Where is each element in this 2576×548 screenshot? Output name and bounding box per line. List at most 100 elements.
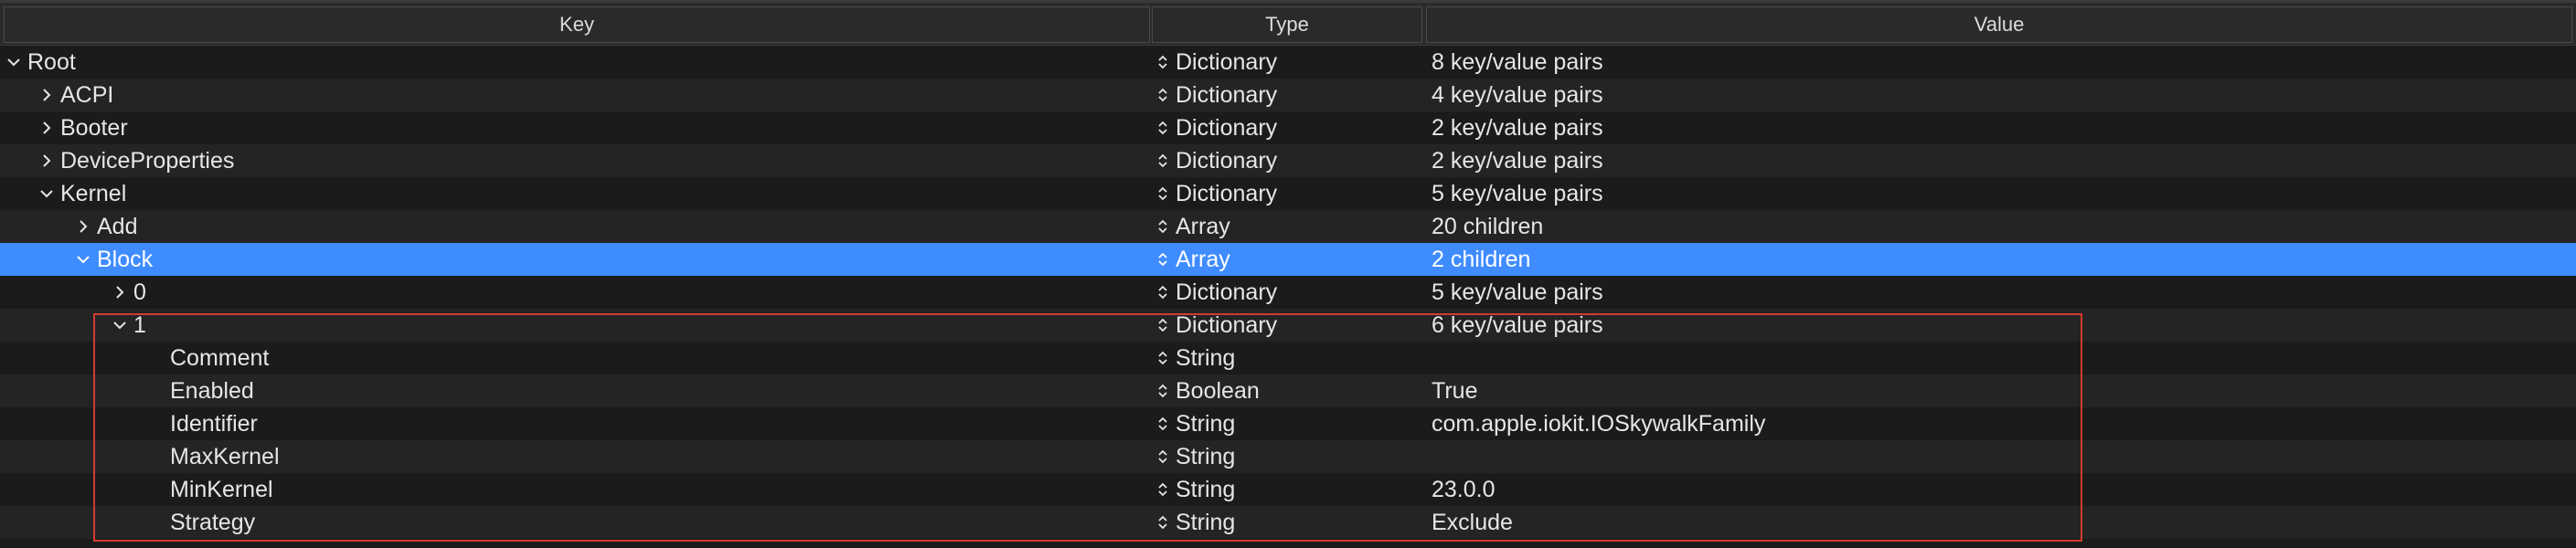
key-label: Block: [97, 246, 154, 272]
key-label: Comment: [170, 344, 270, 371]
key-label: Root: [27, 48, 76, 75]
value-label: Exclude: [1432, 509, 1513, 535]
value-cell[interactable]: com.apple.iokit.IOSkywalkFamily: [1432, 407, 2565, 440]
value-label: 20 children: [1432, 213, 1544, 239]
type-column-header[interactable]: Type: [1152, 6, 1422, 43]
key-cell: Root: [0, 46, 1155, 79]
key-label: MaxKernel: [170, 443, 280, 469]
type-cell[interactable]: Dictionary: [1157, 79, 1413, 111]
chevron-right-icon[interactable]: [112, 284, 128, 300]
key-label: Enabled: [170, 377, 254, 404]
value-cell[interactable]: 4 key/value pairs: [1432, 79, 2565, 111]
value-column-header[interactable]: Value: [1426, 6, 2572, 43]
up-down-arrows-icon: [1157, 86, 1168, 104]
type-cell[interactable]: Boolean: [1157, 374, 1413, 407]
tree-row-booter[interactable]: Booter Dictionary 2 key/value pairs: [0, 111, 2576, 144]
key-label: Kernel: [60, 180, 127, 206]
type-cell[interactable]: Dictionary: [1157, 111, 1413, 144]
value-cell[interactable]: 6 key/value pairs: [1432, 309, 2565, 342]
type-label: Dictionary: [1176, 48, 1278, 75]
value-cell[interactable]: Exclude: [1432, 506, 2565, 539]
value-label: 4 key/value pairs: [1432, 81, 1603, 108]
chevron-right-icon[interactable]: [38, 120, 55, 136]
value-cell[interactable]: True: [1432, 374, 2565, 407]
type-cell[interactable]: String: [1157, 473, 1413, 506]
type-label: String: [1176, 344, 1236, 371]
key-cell: Add: [0, 210, 1225, 243]
tree-row-kernel[interactable]: Kernel Dictionary 5 key/value pairs: [0, 177, 2576, 210]
tree-row-strategy[interactable]: Strategy String Exclude: [0, 506, 2576, 539]
type-cell[interactable]: Dictionary: [1157, 309, 1413, 342]
type-label: Dictionary: [1176, 81, 1278, 108]
key-cell: Block: [0, 243, 1225, 276]
type-label: Dictionary: [1176, 147, 1278, 174]
tree-row-partial[interactable]: [0, 539, 2576, 548]
type-cell[interactable]: Array: [1157, 210, 1413, 243]
value-cell[interactable]: 5 key/value pairs: [1432, 177, 2565, 210]
value-cell[interactable]: 2 key/value pairs: [1432, 111, 2565, 144]
chevron-right-icon[interactable]: [38, 153, 55, 169]
type-cell[interactable]: Dictionary: [1157, 144, 1413, 177]
key-cell: Booter: [0, 111, 1188, 144]
type-cell[interactable]: Dictionary: [1157, 276, 1413, 309]
key-label: Identifier: [170, 410, 258, 437]
tree-row-deviceproperties[interactable]: DeviceProperties Dictionary 2 key/value …: [0, 144, 2576, 177]
type-cell[interactable]: String: [1157, 506, 1413, 539]
tree-row-acpi[interactable]: ACPI Dictionary 4 key/value pairs: [0, 79, 2576, 111]
tree-row-comment[interactable]: Comment String: [0, 342, 2576, 374]
up-down-arrows-icon: [1157, 283, 1168, 301]
type-cell[interactable]: String: [1157, 440, 1413, 473]
type-label: String: [1176, 410, 1236, 437]
key-cell: Enabled: [0, 374, 1320, 407]
type-cell[interactable]: Dictionary: [1157, 46, 1413, 79]
tree-row-maxkernel[interactable]: MaxKernel String: [0, 440, 2576, 473]
value-label: 2 children: [1432, 246, 1531, 272]
chevron-down-icon[interactable]: [5, 54, 22, 70]
type-cell[interactable]: String: [1157, 407, 1413, 440]
tree-row-item-0[interactable]: 0 Dictionary 5 key/value pairs: [0, 276, 2576, 309]
key-label: Add: [97, 213, 138, 239]
tree-row-minkernel[interactable]: MinKernel String 23.0.0: [0, 473, 2576, 506]
tree-row-item-1[interactable]: 1 Dictionary 6 key/value pairs: [0, 309, 2576, 342]
type-label: Array: [1176, 246, 1230, 272]
value-cell[interactable]: 5 key/value pairs: [1432, 276, 2565, 309]
key-cell: Kernel: [0, 177, 1188, 210]
chevron-down-icon[interactable]: [38, 185, 55, 202]
key-cell: 0: [0, 276, 1261, 309]
tree-row-identifier[interactable]: Identifier String com.apple.iokit.IOSkyw…: [0, 407, 2576, 440]
type-label: Dictionary: [1176, 180, 1278, 206]
type-cell[interactable]: Dictionary: [1157, 177, 1413, 210]
type-label: String: [1176, 509, 1236, 535]
key-label: Strategy: [170, 509, 256, 535]
type-label: Array: [1176, 213, 1230, 239]
key-label: DeviceProperties: [60, 147, 235, 174]
value-label: True: [1432, 377, 1478, 404]
type-cell[interactable]: Array: [1157, 243, 1413, 276]
value-cell[interactable]: 2 children: [1432, 243, 2565, 276]
value-cell[interactable]: 8 key/value pairs: [1432, 46, 2565, 79]
column-header-bar: Key Type Value: [0, 0, 2576, 46]
value-cell[interactable]: [1432, 440, 2565, 473]
key-column-header[interactable]: Key: [4, 6, 1150, 43]
chevron-right-icon[interactable]: [38, 87, 55, 103]
tree-row-add[interactable]: Add Array 20 children: [0, 210, 2576, 243]
chevron-down-icon[interactable]: [112, 317, 128, 333]
up-down-arrows-icon: [1157, 415, 1168, 433]
value-cell[interactable]: 2 key/value pairs: [1432, 144, 2565, 177]
type-cell[interactable]: String: [1157, 342, 1413, 374]
value-cell[interactable]: [1432, 342, 2565, 374]
chevron-right-icon[interactable]: [75, 218, 91, 235]
tree-row-block[interactable]: Block Array 2 children: [0, 243, 2576, 276]
key-label: 0: [133, 279, 146, 305]
value-label: 5 key/value pairs: [1432, 180, 1603, 206]
tree-row-enabled[interactable]: Enabled Boolean True: [0, 374, 2576, 407]
up-down-arrows-icon: [1157, 152, 1168, 170]
up-down-arrows-icon: [1157, 119, 1168, 137]
key-cell: DeviceProperties: [0, 144, 1188, 177]
type-label: String: [1176, 443, 1236, 469]
value-cell[interactable]: 23.0.0: [1432, 473, 2565, 506]
chevron-down-icon[interactable]: [75, 251, 91, 268]
value-cell[interactable]: 20 children: [1432, 210, 2565, 243]
up-down-arrows-icon: [1157, 448, 1168, 466]
tree-row-root[interactable]: Root Dictionary 8 key/value pairs: [0, 46, 2576, 79]
